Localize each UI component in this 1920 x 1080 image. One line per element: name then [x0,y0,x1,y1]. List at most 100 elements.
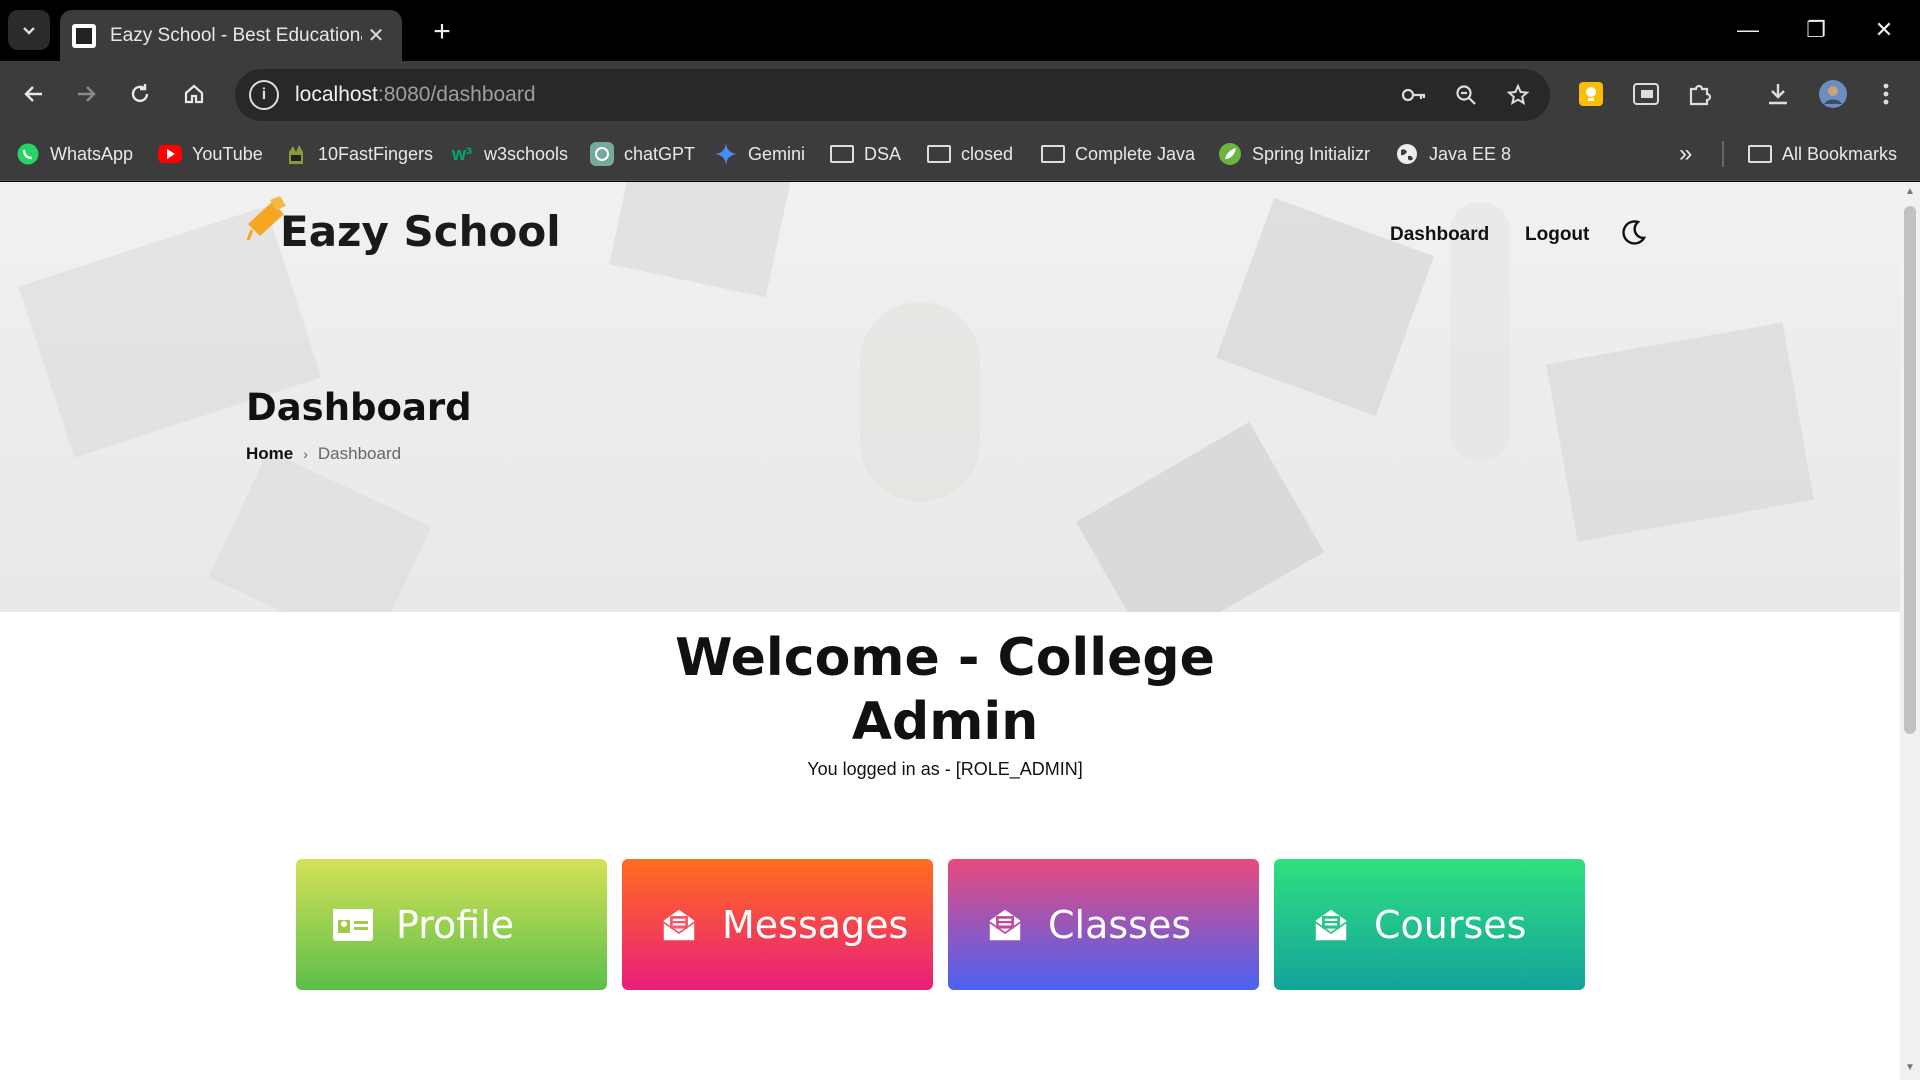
bookmarks-overflow-button[interactable]: » [1679,139,1692,169]
bookmark-label: closed [961,143,1014,164]
close-window-button[interactable]: ✕ [1860,10,1908,50]
10fastfingers-icon [284,142,308,166]
chatgpt-icon [590,142,614,166]
folder-icon [1041,145,1065,163]
youtube-icon [158,142,182,166]
arrow-left-icon [24,86,42,102]
breadcrumb-current: Dashboard [317,444,402,463]
messages-card[interactable]: Messages [622,859,933,990]
bookmark-spring-initializr[interactable]: Spring Initializr [1218,139,1370,169]
envelope-icon [1315,909,1347,940]
all-bookmarks-button[interactable]: All Bookmarks [1748,139,1897,169]
minimize-button[interactable]: — [1724,10,1772,50]
bookmark-label: Complete Java [1075,143,1196,164]
bookmark-label: Spring Initializr [1252,143,1371,164]
nav-logout-link[interactable]: Logout [1525,224,1589,246]
dark-mode-moon-icon[interactable] [1618,218,1648,248]
globe-icon [1395,142,1419,166]
envelope-icon [663,909,695,940]
bookmark-label: Java EE 8 [1429,143,1512,164]
card-label: Courses [1374,902,1527,947]
profile-avatar-icon[interactable] [1813,74,1853,114]
welcome-line-2: Admin [851,692,1039,752]
forward-button[interactable] [66,74,106,114]
breadcrumb-separator: › [303,446,308,462]
browser-toolbar: i localhost :8080/dashboard [0,61,1920,127]
bookmark-folder-dsa[interactable]: DSA [830,139,901,169]
site-logo[interactable]: Eazy School [246,196,561,256]
home-icon [184,84,204,104]
bookmark-w3schools[interactable]: w³ w3schools [450,139,568,169]
bookmark-label: DSA [864,143,902,164]
page-viewport: Eazy School Dashboard Logout Dashboard H… [0,182,1920,1080]
tab-search-button[interactable] [8,10,50,50]
tab-title: Eazy School - Best Educational I [110,24,362,46]
gemini-icon [714,142,738,166]
more-menu-icon[interactable] [1866,74,1906,114]
scroll-down-arrow[interactable]: ▼ [1904,1062,1916,1074]
all-bookmarks-label: All Bookmarks [1782,143,1898,164]
role-text: You logged in as - [ROLE_ADMIN] [807,759,1083,779]
scroll-thumb[interactable] [1904,206,1916,734]
reload-button[interactable] [120,74,160,114]
site-favicon-icon [72,23,96,48]
courses-card[interactable]: Courses [1274,859,1585,990]
browser-tab[interactable]: Eazy School - Best Educational I ✕ [60,10,402,61]
w3schools-icon: w³ [452,143,472,164]
bookmarks-bar: WhatsApp YouTube 10FastFingers w³ w3scho… [0,127,1920,181]
folder-icon [927,145,951,163]
welcome-heading: Welcome - College Admin [660,626,1230,754]
bookmark-chatgpt[interactable]: chatGPT [590,139,695,169]
arrow-right-icon [78,86,96,102]
bookmark-gemini[interactable]: Gemini [714,139,805,169]
new-tab-button[interactable]: + [424,14,460,50]
reload-icon [131,84,149,103]
reading-mode-icon[interactable] [1626,74,1666,114]
tab-close-button[interactable]: ✕ [362,22,390,50]
breadcrumb: Home › Dashboard [246,444,401,464]
classes-card[interactable]: Classes [948,859,1259,990]
card-label: Messages [722,902,909,947]
bookmark-star-icon[interactable] [1500,77,1536,113]
url-host: localhost [295,83,378,106]
scroll-up-arrow[interactable]: ▲ [1904,186,1916,198]
profile-card[interactable]: Profile [296,859,607,990]
folder-icon [1748,145,1772,163]
bookmark-label: w3schools [484,143,569,164]
downloads-icon[interactable] [1758,74,1798,114]
bookmark-java-ee-8[interactable]: Java EE 8 [1395,139,1511,169]
bookmark-label: YouTube [192,143,263,164]
card-label: Classes [1048,902,1192,947]
folder-icon [830,145,854,163]
keep-extension-icon[interactable] [1571,74,1611,114]
nav-dashboard-link[interactable]: Dashboard [1390,224,1489,246]
breadcrumb-home-link[interactable]: Home [246,444,293,464]
bookmark-label: WhatsApp [50,143,134,164]
address-bar[interactable]: i localhost :8080/dashboard [235,69,1550,121]
whatsapp-icon [16,142,40,166]
graduation-cap-icon [246,196,286,240]
bookmark-label: 10FastFingers [318,143,434,164]
bookmark-label: chatGPT [624,143,696,164]
id-card-icon [333,908,373,941]
page-title: Dashboard [246,386,472,429]
bookmark-whatsapp[interactable]: WhatsApp [16,139,133,169]
site-info-icon[interactable]: i [249,80,279,110]
extensions-puzzle-icon[interactable] [1680,74,1720,114]
bookmark-10fastfingers[interactable]: 10FastFingers [284,139,433,169]
logo-text: Eazy School [280,207,561,256]
home-button[interactable] [174,74,214,114]
url-path: :8080/dashboard [377,83,536,106]
zoom-icon[interactable] [1448,77,1484,113]
bookmark-folder-complete-java[interactable]: Complete Java [1041,139,1195,169]
restore-button[interactable]: ❐ [1792,10,1840,50]
bookmark-folder-closed[interactable]: closed [927,139,1013,169]
spring-icon [1218,142,1242,166]
card-label: Profile [396,902,515,947]
password-key-icon[interactable] [1396,77,1432,113]
hero-banner: Eazy School Dashboard Logout Dashboard H… [0,182,1900,612]
tab-strip: Eazy School - Best Educational I ✕ + — ❐… [0,0,1920,61]
page-scrollbar[interactable]: ▲ ▼ [1900,182,1920,1080]
back-button[interactable] [14,74,54,114]
bookmark-youtube[interactable]: YouTube [158,139,263,169]
